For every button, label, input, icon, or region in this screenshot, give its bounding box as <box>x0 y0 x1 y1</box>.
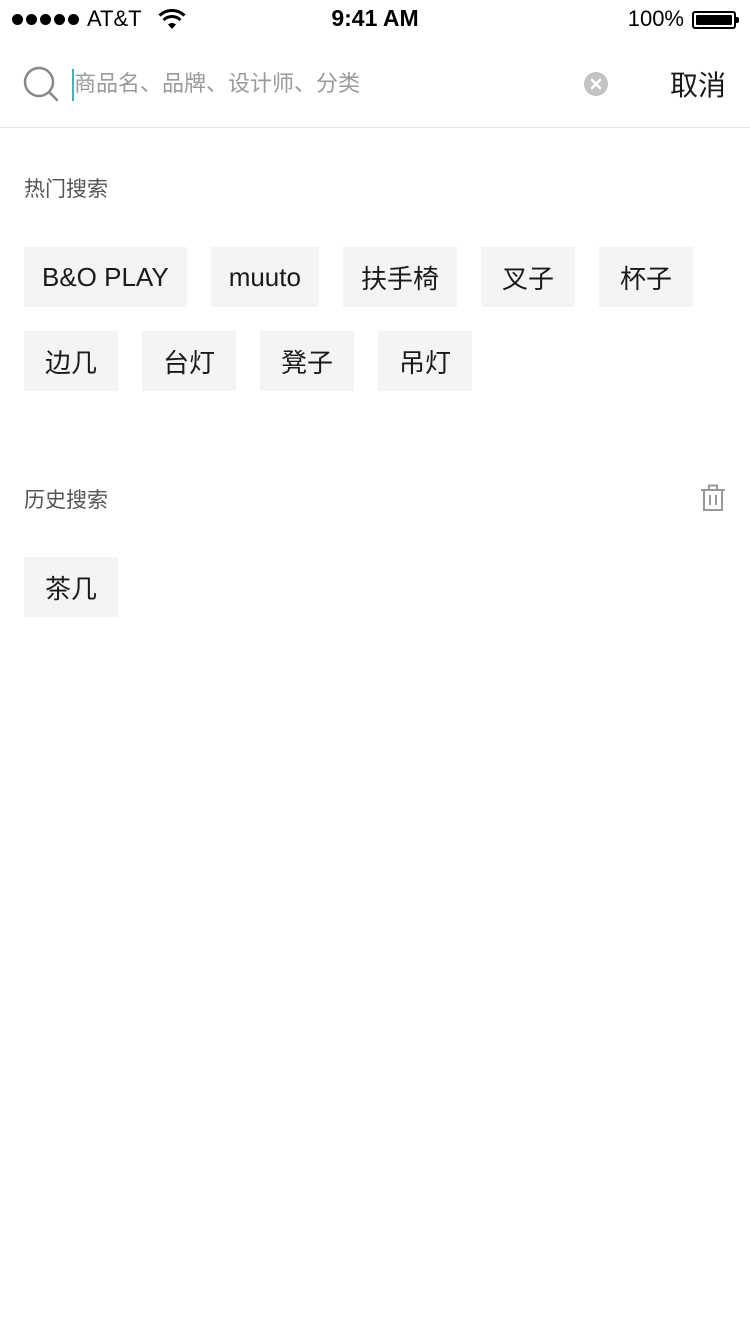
history-search-title: 历史搜索 <box>24 488 108 512</box>
hot-search-tags: B&O PLAY muuto 扶手椅 叉子 杯子 边几 台灯 凳子 吊灯 <box>24 247 726 391</box>
hot-tag[interactable]: 杯子 <box>598 247 693 307</box>
search-icon <box>23 66 59 102</box>
trash-icon[interactable] <box>700 484 726 512</box>
hot-tag[interactable]: 凳子 <box>260 331 354 391</box>
hot-tag[interactable]: 扶手椅 <box>342 247 457 307</box>
hot-tag[interactable]: B&O PLAY <box>24 247 187 307</box>
search-header: 取消 <box>0 40 750 128</box>
clear-icon[interactable] <box>584 72 608 96</box>
hot-tag[interactable]: 台灯 <box>142 331 236 391</box>
hot-tag[interactable]: 叉子 <box>480 247 575 307</box>
hot-tag[interactable]: 边几 <box>24 331 118 391</box>
hot-search-title: 热门搜索 <box>24 177 108 201</box>
battery-icon <box>692 11 739 29</box>
hot-tag[interactable]: 吊灯 <box>378 331 472 391</box>
history-search-tags: 茶几 <box>24 557 726 617</box>
history-tag[interactable]: 茶几 <box>24 557 118 617</box>
cancel-button[interactable]: 取消 <box>670 64 726 104</box>
battery-percentage: 100% <box>627 6 684 31</box>
search-input[interactable] <box>74 64 564 104</box>
hot-tag[interactable]: muuto <box>210 247 319 307</box>
status-bar: AT&T 9:41 AM 100% <box>0 0 750 40</box>
